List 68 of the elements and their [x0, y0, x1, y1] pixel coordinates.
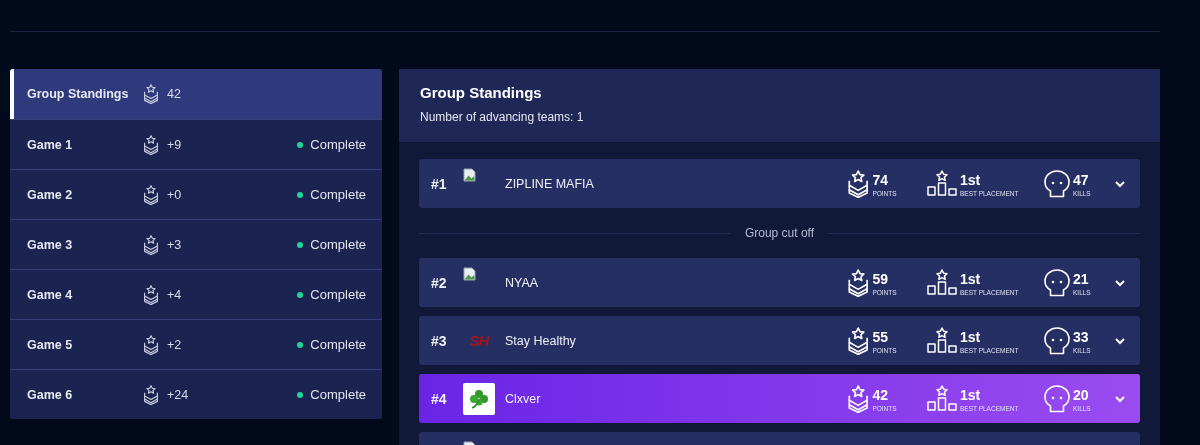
placement-value: 1st: [960, 330, 982, 345]
kills-value: 47: [1073, 172, 1090, 188]
points-value: 55: [872, 329, 889, 345]
sidebar-item[interactable]: Game 6 +24 Complete: [10, 369, 382, 419]
rank-chevron-icon: [847, 169, 870, 198]
status-label: Complete: [310, 387, 366, 402]
points-value: +2: [167, 337, 183, 352]
rank-chevron-icon: [847, 268, 870, 297]
points-value: +0: [167, 187, 183, 202]
points-value: +9: [167, 137, 183, 152]
skull-icon: [1044, 169, 1070, 198]
rank-label: #2: [431, 274, 448, 291]
points-value: +4: [167, 287, 183, 302]
rank-label: #1: [431, 175, 448, 192]
broken-image-icon: [463, 266, 477, 281]
points-value: 74: [872, 172, 889, 188]
points-value: 42: [872, 387, 889, 403]
item-label: Game 5: [27, 337, 74, 352]
broken-image-icon: [463, 167, 477, 182]
rank-chevron-icon: [143, 234, 159, 255]
team-name: ZIPLINE MAFIA: [505, 176, 595, 191]
item-label: Game 3: [27, 237, 74, 252]
rank-chevron-icon: [143, 84, 159, 104]
rank-chevron-icon: [143, 184, 159, 205]
status-label: Complete: [310, 287, 366, 302]
rank-label: #4: [431, 390, 448, 407]
sidebar-item[interactable]: Group Standings 42: [10, 69, 382, 119]
item-label: Group Standings: [27, 87, 130, 101]
points-value: 59: [872, 271, 889, 287]
placement-value: 1st: [960, 173, 982, 188]
podium-icon: [927, 327, 957, 353]
team-name: Stay Healthy: [505, 333, 577, 348]
panel-title: Group Standings: [420, 84, 543, 101]
rank-label: #3: [431, 332, 448, 349]
clover-logo: [468, 387, 490, 410]
status-label: Complete: [310, 187, 366, 202]
status-label: Complete: [310, 337, 366, 352]
rank-chevron-icon: [847, 326, 870, 355]
item-label: Game 6: [27, 387, 74, 402]
placement-value: 1st: [960, 272, 982, 287]
cutoff-label: Group cut off: [744, 226, 815, 240]
points-value: +24: [167, 387, 190, 402]
team-name: Clxver: [505, 391, 542, 406]
rank-chevron-icon: [143, 134, 159, 155]
kills-value: 33: [1073, 329, 1090, 345]
points-value: 42: [167, 87, 182, 101]
skull-icon: [1044, 268, 1070, 297]
rank-chevron-icon: [143, 334, 159, 355]
rank-chevron-icon: [847, 384, 870, 413]
team-logo: SH: [469, 332, 489, 349]
panel-subtitle: Number of advancing teams: 1: [420, 110, 585, 124]
podium-icon: [927, 170, 957, 196]
item-label: Game 4: [27, 287, 74, 302]
rank-chevron-icon: [143, 284, 159, 305]
kills-value: 21: [1073, 271, 1090, 287]
team-name: NYAA: [505, 275, 540, 290]
item-label: Game 2: [27, 187, 74, 202]
status-label: Complete: [310, 137, 366, 152]
status-label: Complete: [310, 237, 366, 252]
skull-icon: [1044, 326, 1070, 355]
points-value: +3: [167, 237, 183, 252]
placement-value: 1st: [960, 388, 982, 403]
podium-icon: [927, 385, 957, 411]
rank-chevron-icon: [143, 384, 159, 405]
item-label: Game 1: [27, 137, 74, 152]
kills-value: 20: [1073, 387, 1090, 403]
podium-icon: [927, 269, 957, 295]
skull-icon: [1044, 384, 1070, 413]
